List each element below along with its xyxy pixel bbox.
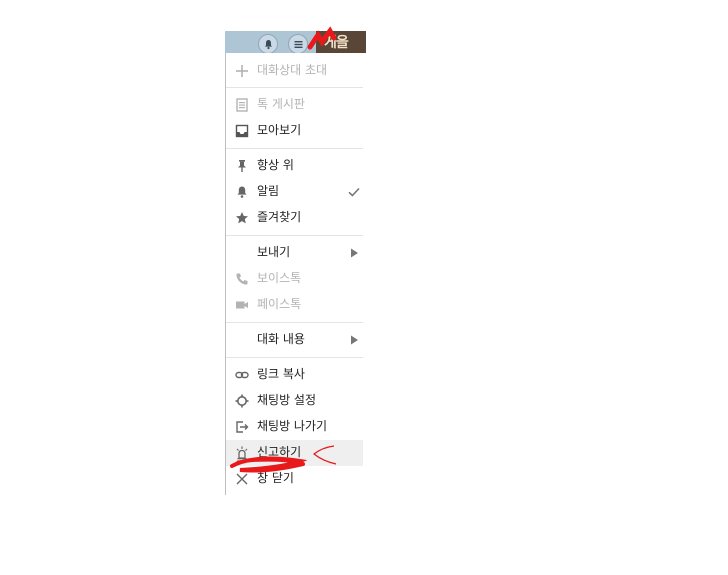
menu-item-leave-room[interactable]: 채팅방 나가기	[226, 414, 363, 440]
menu-item-invite[interactable]: 대화상대 초대	[226, 58, 363, 84]
menu-item-board[interactable]: 톡 게시판	[226, 92, 363, 118]
screen: 게을 대화상대 초대 톡 게시판 모아보기 항상 위 알림 즐겨찾기 보내기 보…	[0, 0, 728, 575]
submenu-arrow-icon	[351, 335, 358, 345]
red-annotation	[230, 445, 337, 473]
menu-item-label: 톡 게시판	[257, 97, 305, 111]
close-icon	[236, 473, 248, 485]
link-icon	[235, 371, 249, 379]
menu-item-label: 페이스톡	[257, 297, 302, 311]
menu-item-always-on-top[interactable]: 항상 위	[226, 153, 363, 179]
exit-icon	[236, 421, 249, 433]
menu-item-label: 모아보기	[257, 123, 302, 137]
menu-item-label: 신고하기	[257, 445, 302, 459]
menu-item-send[interactable]: 보내기	[226, 240, 363, 266]
chat-context-menu: 대화상대 초대 톡 게시판 모아보기 항상 위 알림 즐겨찾기 보내기 보이스톡…	[225, 53, 363, 495]
menu-item-label: 채팅방 나가기	[257, 419, 328, 433]
menu-item-label: 보이스톡	[257, 271, 302, 285]
plus-icon	[236, 65, 248, 77]
menu-divider	[226, 148, 363, 149]
bell-icon	[237, 186, 247, 198]
gear-icon	[235, 394, 249, 408]
menu-divider	[226, 87, 363, 88]
menu-item-label: 링크 복사	[257, 367, 305, 381]
menu-item-notifications[interactable]: 알림	[226, 179, 363, 205]
menu-item-face-talk[interactable]: 페이스톡	[226, 292, 363, 318]
header-scribble	[307, 26, 337, 50]
menu-item-label: 창 닫기	[257, 471, 294, 485]
menu-item-label: 채팅방 설정	[257, 393, 317, 407]
phone-icon	[236, 273, 248, 285]
video-camera-icon	[236, 301, 248, 309]
menu-divider	[226, 235, 363, 236]
menu-item-voice-talk[interactable]: 보이스톡	[226, 266, 363, 292]
submenu-arrow-icon	[351, 248, 358, 258]
menu-item-label: 즐겨찾기	[257, 210, 302, 224]
menu-divider	[226, 357, 363, 358]
menu-item-report[interactable]: 신고하기	[226, 440, 363, 466]
menu-item-label: 보내기	[257, 245, 291, 259]
menu-item-favorites[interactable]: 즐겨찾기	[226, 205, 363, 231]
checkmark-icon	[348, 187, 360, 197]
menu-divider	[226, 322, 363, 323]
document-icon	[236, 98, 248, 112]
menu-item-gallery[interactable]: 모아보기	[226, 118, 363, 144]
menu-item-label: 대화 내용	[257, 332, 305, 346]
menu-item-close-window[interactable]: 창 닫기	[226, 466, 363, 492]
menu-item-label: 대화상대 초대	[257, 63, 328, 77]
inbox-icon	[235, 124, 249, 138]
star-icon	[236, 212, 248, 224]
menu-item-room-settings[interactable]: 채팅방 설정	[226, 388, 363, 414]
menu-item-chat-content[interactable]: 대화 내용	[226, 327, 363, 353]
siren-icon	[236, 446, 248, 460]
menu-item-label: 알림	[257, 184, 280, 198]
pin-icon	[238, 160, 246, 172]
menu-item-label: 항상 위	[257, 158, 294, 172]
menu-item-copy-link[interactable]: 링크 복사	[226, 362, 363, 388]
